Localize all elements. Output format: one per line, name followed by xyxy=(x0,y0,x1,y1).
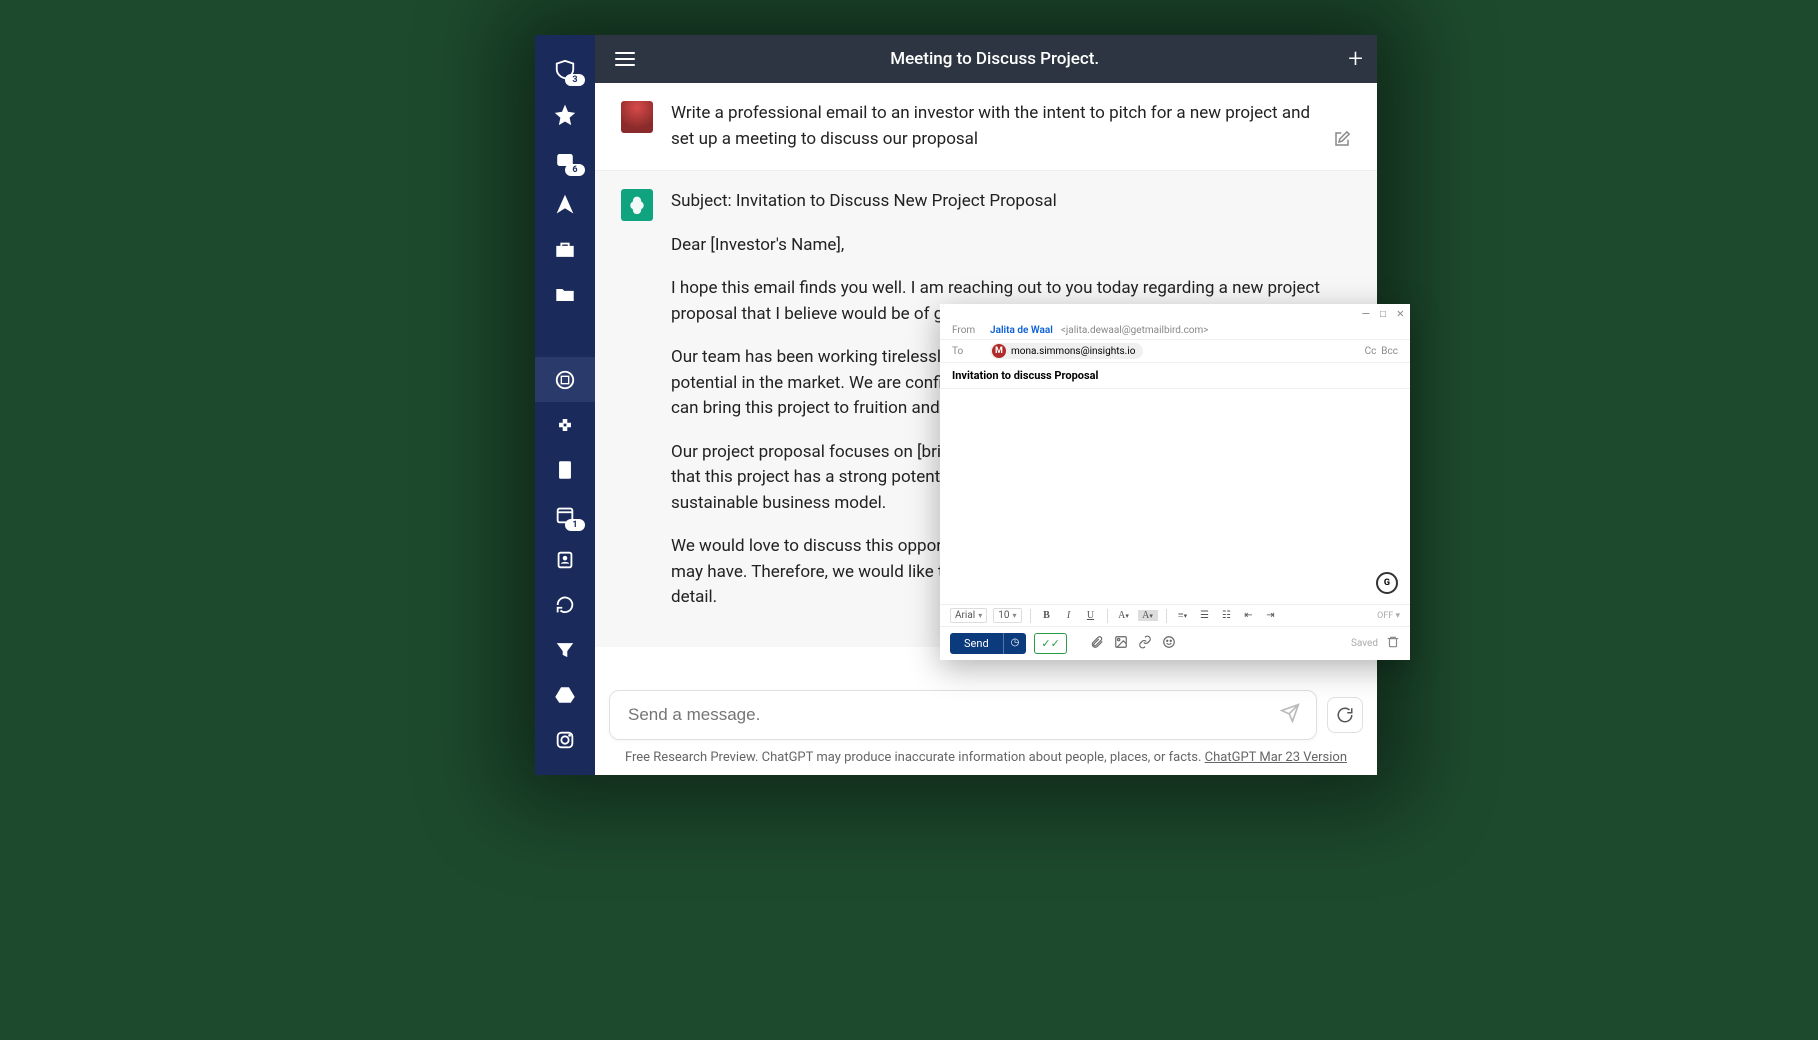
sidebar-contacts[interactable] xyxy=(535,537,595,582)
edit-message-button[interactable] xyxy=(1333,130,1351,152)
emoji-button[interactable] xyxy=(1161,635,1177,652)
italic-button[interactable]: I xyxy=(1061,610,1077,621)
footer-text: Free Research Preview. ChatGPT may produ… xyxy=(625,750,1205,765)
compose-actions: Send ◷ ✓✓ Saved xyxy=(940,626,1410,660)
new-chat-button[interactable]: + xyxy=(1348,44,1363,74)
indent-button[interactable]: ⇥ xyxy=(1263,610,1279,621)
contacts-icon xyxy=(554,549,576,571)
chat-input[interactable] xyxy=(626,704,1280,726)
user-avatar xyxy=(621,101,653,133)
image-button[interactable] xyxy=(1113,635,1129,652)
assistant-avatar xyxy=(621,189,653,221)
font-family-select[interactable]: Arial xyxy=(950,608,987,623)
assistant-paragraph: Dear [Investor's Name], xyxy=(671,233,1351,259)
recipient-avatar: M xyxy=(992,344,1006,358)
saved-indicator: Saved xyxy=(1351,638,1378,649)
calendar-badge: 1 xyxy=(565,519,585,531)
recipient-email: mona.simmons@insights.io xyxy=(1011,346,1135,357)
to-row: To M mona.simmons@insights.io Cc Bcc xyxy=(940,340,1410,363)
sidebar-filter[interactable] xyxy=(535,627,595,672)
star-icon xyxy=(554,104,576,126)
grammarly-icon[interactable]: G xyxy=(1376,572,1398,594)
topbar: Meeting to Discuss Project. + xyxy=(595,35,1377,83)
close-button[interactable]: ✕ xyxy=(1397,306,1404,320)
tracking-toggle[interactable]: OFF ▾ xyxy=(1377,611,1400,621)
sidebar: 3 6 1 xyxy=(535,35,595,775)
sidebar-refresh[interactable] xyxy=(535,582,595,627)
sidebar-inbox[interactable]: 3 xyxy=(535,47,595,92)
cc-button[interactable]: Cc xyxy=(1365,346,1377,357)
sidebar-starred[interactable] xyxy=(535,92,595,137)
drive-icon xyxy=(554,684,576,706)
chatgpt-icon xyxy=(554,369,576,391)
sidebar-toolbox[interactable] xyxy=(535,227,595,272)
send-dropdown[interactable]: ◷ xyxy=(1003,633,1027,654)
attachments-badge: 6 xyxy=(565,164,585,176)
menu-button[interactable] xyxy=(609,46,641,72)
text-color-button[interactable]: A▾ xyxy=(1116,610,1132,621)
sidebar-send[interactable] xyxy=(535,182,595,227)
attach-button[interactable] xyxy=(1089,635,1105,652)
from-label: From xyxy=(952,325,982,336)
underline-button[interactable]: U xyxy=(1083,610,1099,621)
send-message-button[interactable] xyxy=(1280,703,1300,727)
document-icon xyxy=(554,459,576,481)
input-area xyxy=(595,680,1377,746)
sidebar-attachments[interactable]: 6 xyxy=(535,137,595,182)
highlight-button[interactable]: A▾ xyxy=(1138,610,1158,621)
assistant-paragraph: Subject: Invitation to Discuss New Proje… xyxy=(671,189,1351,215)
sidebar-calendar[interactable]: 1 xyxy=(535,492,595,537)
sidebar-folder[interactable] xyxy=(535,272,595,317)
send-button[interactable]: Send xyxy=(950,633,1003,654)
from-row: From Jalita de Waal <jalita.dewaal@getma… xyxy=(940,322,1410,340)
compose-window: — ☐ ✕ From Jalita de Waal <jalita.dewaal… xyxy=(940,304,1410,660)
folder-icon xyxy=(554,284,576,306)
window-controls: — ☐ ✕ xyxy=(940,304,1410,322)
number-list-button[interactable]: ☷ xyxy=(1219,610,1235,621)
outdent-button[interactable]: ⇤ xyxy=(1241,610,1257,621)
user-message: Write a professional email to an investo… xyxy=(595,83,1377,171)
minimize-button[interactable]: — xyxy=(1362,306,1369,320)
conversation-title: Meeting to Discuss Project. xyxy=(641,49,1348,69)
from-email: <jalita.dewaal@getmailbird.com> xyxy=(1061,325,1209,336)
chat-input-container xyxy=(609,690,1317,740)
to-label: To xyxy=(952,346,982,357)
sidebar-drive[interactable] xyxy=(535,672,595,717)
toolbox-icon xyxy=(554,239,576,261)
subject-field[interactable]: Invitation to discuss Proposal xyxy=(940,363,1410,389)
footer-disclaimer: Free Research Preview. ChatGPT may produ… xyxy=(595,746,1377,775)
bold-button[interactable]: B xyxy=(1039,610,1055,621)
discard-button[interactable] xyxy=(1386,635,1400,652)
slack-icon xyxy=(554,414,576,436)
instagram-icon xyxy=(554,729,576,751)
user-message-text: Write a professional email to an investo… xyxy=(671,101,1315,152)
font-size-select[interactable]: 10 xyxy=(993,608,1021,623)
sidebar-document[interactable] xyxy=(535,447,595,492)
bullet-list-button[interactable]: ☰ xyxy=(1197,610,1213,621)
filter-icon xyxy=(554,639,576,661)
maximize-button[interactable]: ☐ xyxy=(1380,306,1387,320)
align-button[interactable]: ≡▾ xyxy=(1175,610,1191,621)
from-name: Jalita de Waal xyxy=(990,325,1053,336)
version-link[interactable]: ChatGPT Mar 23 Version xyxy=(1205,750,1347,765)
format-toolbar: Arial 10 B I U A▾ A▾ ≡▾ ☰ ☷ ⇤ ⇥ OFF ▾ xyxy=(940,604,1410,626)
refresh-icon xyxy=(554,594,576,616)
compose-body[interactable]: G xyxy=(940,389,1410,604)
sidebar-slack[interactable] xyxy=(535,402,595,447)
sidebar-chatgpt[interactable] xyxy=(535,357,595,402)
regenerate-button[interactable] xyxy=(1327,697,1363,733)
bcc-button[interactable]: Bcc xyxy=(1381,346,1398,357)
inbox-badge: 3 xyxy=(565,74,585,86)
recipient-chip[interactable]: M mona.simmons@insights.io xyxy=(990,343,1143,359)
sidebar-instagram[interactable] xyxy=(535,717,595,762)
read-receipt-button[interactable]: ✓✓ xyxy=(1034,633,1066,654)
link-button[interactable] xyxy=(1137,635,1153,652)
send-icon xyxy=(554,194,576,216)
